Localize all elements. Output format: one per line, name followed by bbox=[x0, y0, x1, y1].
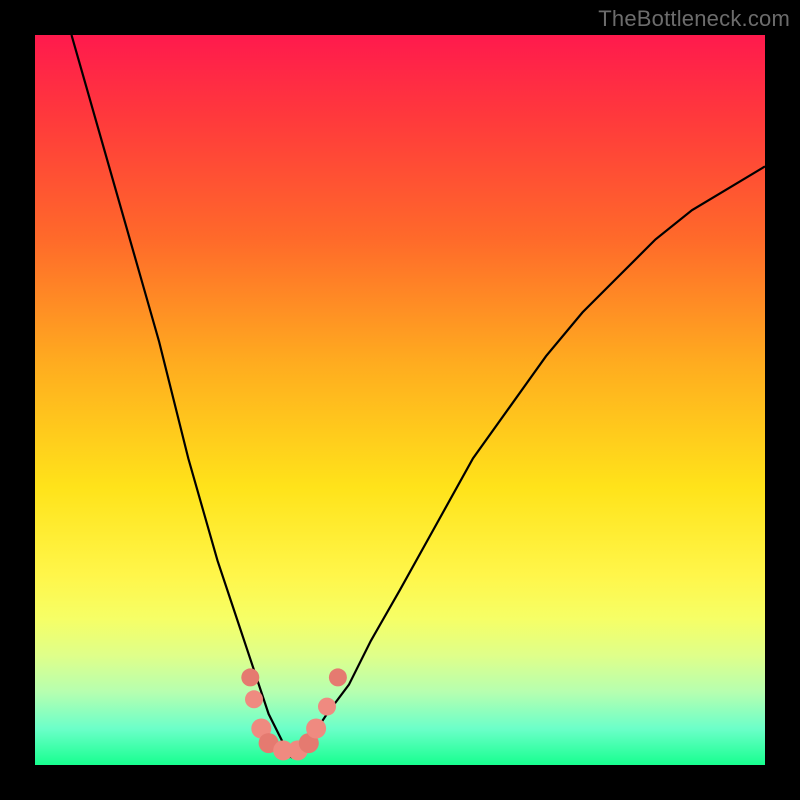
marker-group bbox=[241, 668, 347, 760]
chart-plot-area bbox=[35, 35, 765, 765]
data-marker bbox=[329, 668, 347, 686]
data-marker bbox=[245, 690, 263, 708]
data-marker bbox=[318, 698, 336, 716]
chart-frame: TheBottleneck.com bbox=[0, 0, 800, 800]
watermark-text: TheBottleneck.com bbox=[598, 6, 790, 32]
data-marker bbox=[306, 719, 326, 739]
curve-left-branch bbox=[72, 35, 291, 758]
chart-svg bbox=[35, 35, 765, 765]
curve-right-branch bbox=[291, 166, 766, 757]
data-marker bbox=[241, 668, 259, 686]
